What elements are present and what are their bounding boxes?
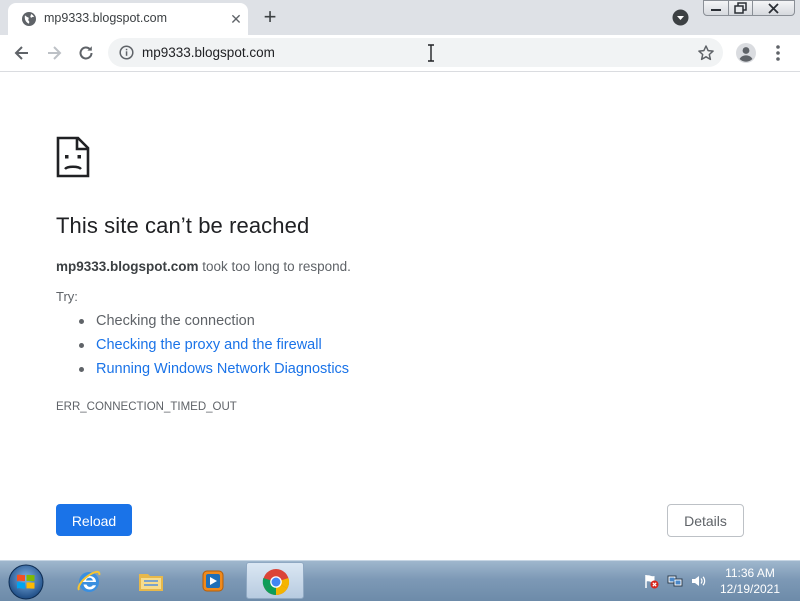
internet-explorer-icon — [77, 570, 101, 592]
taskbar-file-explorer[interactable] — [122, 562, 180, 599]
clock-date: 12/19/2021 — [719, 582, 781, 596]
menu-icon[interactable] — [770, 43, 786, 63]
windows-start-icon[interactable] — [7, 563, 45, 601]
tab-strip: mp9333.blogspot.com ✕ + — [0, 0, 800, 35]
error-message-suffix: took too long to respond. — [198, 259, 351, 274]
back-icon[interactable] — [12, 43, 32, 63]
text-cursor-icon — [428, 44, 434, 62]
suggestion-check-connection: Checking the connection — [56, 309, 349, 333]
minimize-button[interactable] — [703, 0, 729, 16]
error-host: mp9333.blogspot.com — [56, 259, 199, 274]
close-icon[interactable]: ✕ — [228, 11, 244, 27]
url-text[interactable]: mp9333.blogspot.com — [142, 45, 275, 60]
tab-title: mp9333.blogspot.com — [44, 11, 167, 25]
suggestion-network-diagnostics-link[interactable]: Running Windows Network Diagnostics — [56, 357, 349, 381]
taskbar-media-player[interactable] — [184, 562, 242, 599]
plus-icon[interactable]: + — [260, 6, 280, 28]
minimize-icon — [711, 9, 721, 11]
info-icon[interactable] — [119, 45, 134, 60]
restore-button[interactable] — [728, 0, 753, 16]
error-code: ERR_CONNECTION_TIMED_OUT — [56, 401, 237, 413]
reload-icon[interactable] — [76, 43, 96, 63]
suggestion-check-proxy-link[interactable]: Checking the proxy and the firewall — [56, 333, 349, 357]
reload-button[interactable]: Reload — [56, 504, 132, 536]
chrome-icon — [262, 569, 290, 596]
try-label: Try: — [56, 289, 78, 304]
star-icon[interactable] — [697, 44, 715, 62]
taskbar: 11:36 AM 12/19/2021 — [0, 560, 800, 601]
window-close-button[interactable] — [752, 0, 795, 16]
error-message: mp9333.blogspot.com took too long to res… — [56, 259, 351, 274]
sad-page-icon — [56, 136, 90, 178]
tab-search-icon[interactable] — [672, 9, 689, 26]
restore-icon — [734, 2, 747, 14]
globe-icon — [22, 12, 36, 26]
window-close-icon — [768, 3, 779, 14]
network-icon[interactable] — [667, 573, 683, 589]
taskbar-internet-explorer[interactable] — [60, 562, 118, 599]
speaker-icon[interactable] — [690, 573, 706, 589]
taskbar-chrome[interactable] — [246, 562, 304, 599]
error-title: This site can’t be reached — [56, 213, 310, 238]
forward-icon[interactable] — [44, 43, 64, 63]
action-center-flag-icon[interactable] — [643, 573, 659, 589]
details-button[interactable]: Details — [667, 504, 744, 537]
media-player-icon — [202, 570, 224, 592]
error-page: This site can’t be reached mp9333.blogsp… — [0, 72, 800, 560]
suggestion-list: Checking the connection Checking the pro… — [56, 309, 349, 381]
browser-tab[interactable]: mp9333.blogspot.com ✕ — [8, 3, 248, 35]
browser-toolbar: mp9333.blogspot.com — [0, 35, 800, 72]
address-bar[interactable]: mp9333.blogspot.com — [108, 38, 723, 67]
clock-time: 11:36 AM — [725, 566, 775, 580]
system-clock[interactable]: 11:36 AM 12/19/2021 — [712, 565, 788, 597]
folder-icon — [139, 574, 163, 591]
profile-icon[interactable] — [735, 42, 757, 64]
